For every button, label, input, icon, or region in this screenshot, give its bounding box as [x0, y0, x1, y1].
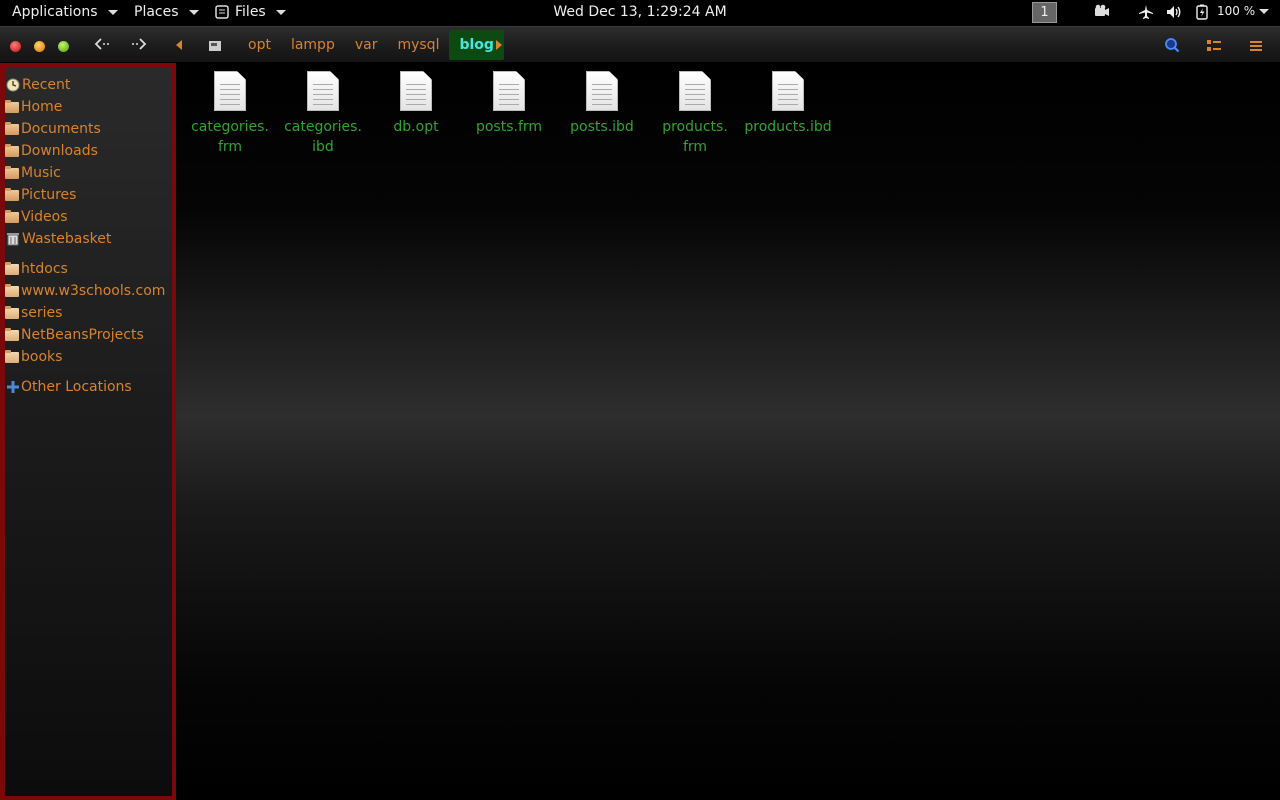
forward-button[interactable] [130, 36, 148, 56]
forward-arrow-icon [132, 38, 147, 50]
crumb-var[interactable]: var [345, 30, 388, 60]
path-scroll-left-icon[interactable] [176, 40, 182, 50]
documents-folder-icon [5, 121, 19, 135]
file-item[interactable]: posts.frm [463, 71, 555, 137]
folder-icon [5, 283, 19, 297]
document-icon [493, 71, 525, 111]
system-menu[interactable]: 100 % [1217, 4, 1270, 18]
sidebar-item-pictures[interactable]: Pictures [5, 185, 171, 205]
file-name: categories. frm [191, 119, 269, 155]
file-item[interactable]: categories. frm [184, 71, 276, 157]
sidebar-item-music[interactable]: Music [5, 163, 171, 183]
sidebar-item-series[interactable]: series [5, 303, 171, 323]
videos-folder-icon [5, 209, 19, 223]
back-arrow-icon [94, 38, 109, 50]
header-bar: opt lampp var mysql blog [0, 26, 1280, 63]
sidebar-item-htdocs[interactable]: htdocs [5, 259, 171, 279]
path-scroll-right-icon[interactable] [496, 40, 502, 50]
sidebar-item-recent[interactable]: Recent [5, 75, 171, 95]
sidebar-item-documents[interactable]: Documents [5, 119, 171, 139]
sidebar-item-wastebasket[interactable]: Wastebasket [5, 229, 171, 249]
home-folder-icon [5, 99, 19, 113]
sidebar-item-home[interactable]: Home [5, 97, 171, 117]
search-icon [1165, 38, 1180, 53]
folder-icon [5, 261, 19, 275]
file-name: products. frm [662, 119, 728, 155]
file-name: posts.frm [475, 119, 543, 135]
view-mode-button[interactable] [1206, 38, 1222, 57]
clock[interactable]: Wed Dec 13, 1:29:24 AM [0, 4, 1280, 20]
crumb-mysql[interactable]: mysql [387, 30, 449, 60]
search-button[interactable] [1164, 37, 1180, 57]
video-camera-icon[interactable] [1094, 4, 1110, 18]
document-icon [307, 71, 339, 111]
list-view-icon [1207, 40, 1221, 51]
sidebar-item-videos[interactable]: Videos [5, 207, 171, 227]
downloads-folder-icon [5, 143, 19, 157]
top-panel: Applications Places Files Wed Dec 13, 1:… [0, 0, 1280, 26]
file-item[interactable]: products. frm [649, 71, 741, 157]
trash-icon [7, 233, 19, 246]
sidebar-item-netbeansprojects[interactable]: NetBeansProjects [5, 325, 171, 345]
sidebar-item-books[interactable]: books [5, 347, 171, 367]
document-icon [772, 71, 804, 111]
recent-icon [6, 78, 20, 92]
menu-button[interactable] [1249, 38, 1263, 57]
folder-icon [5, 305, 19, 319]
document-icon [679, 71, 711, 111]
file-name: categories. ibd [284, 119, 362, 155]
workspace-indicator[interactable]: 1 [1032, 2, 1057, 23]
sidebar: Recent Home Documents Downloads Music Pi… [0, 63, 176, 800]
pictures-folder-icon [5, 187, 19, 201]
crumb-opt[interactable]: opt [238, 30, 281, 60]
file-name: posts.ibd [570, 119, 634, 135]
battery-icon[interactable] [1196, 4, 1208, 20]
maximize-window-button[interactable] [58, 41, 69, 52]
battery-percent: 100 % [1217, 4, 1256, 18]
hamburger-icon [1250, 41, 1262, 51]
file-item[interactable]: products.ibd [742, 71, 834, 137]
file-name: products.ibd [744, 119, 832, 135]
file-item[interactable]: categories. ibd [277, 71, 369, 157]
folder-icon [5, 349, 19, 363]
chevron-down-icon [1259, 8, 1270, 14]
sidebar-item-w3schools[interactable]: www.w3schools.com [5, 281, 171, 301]
minimize-window-button[interactable] [34, 41, 45, 52]
airplane-mode-icon[interactable] [1138, 4, 1154, 20]
folder-icon [5, 327, 19, 341]
drive-root-icon[interactable] [208, 38, 222, 57]
file-item[interactable]: posts.ibd [556, 71, 648, 137]
close-window-button[interactable] [10, 41, 21, 52]
breadcrumb: opt lampp var mysql blog [238, 27, 504, 63]
document-icon [586, 71, 618, 111]
sidebar-item-other-locations[interactable]: Other Locations [5, 377, 171, 397]
crumb-lampp[interactable]: lampp [281, 30, 345, 60]
file-item[interactable]: db.opt [370, 71, 462, 137]
music-folder-icon [5, 165, 19, 179]
file-name: db.opt [393, 119, 439, 135]
document-icon [214, 71, 246, 111]
plus-icon [7, 381, 19, 393]
volume-icon[interactable] [1166, 4, 1182, 20]
file-view[interactable]: categories. frm categories. ibd db.opt pos… [176, 63, 1280, 800]
document-icon [400, 71, 432, 111]
sidebar-item-downloads[interactable]: Downloads [5, 141, 171, 161]
back-button[interactable] [94, 36, 112, 56]
